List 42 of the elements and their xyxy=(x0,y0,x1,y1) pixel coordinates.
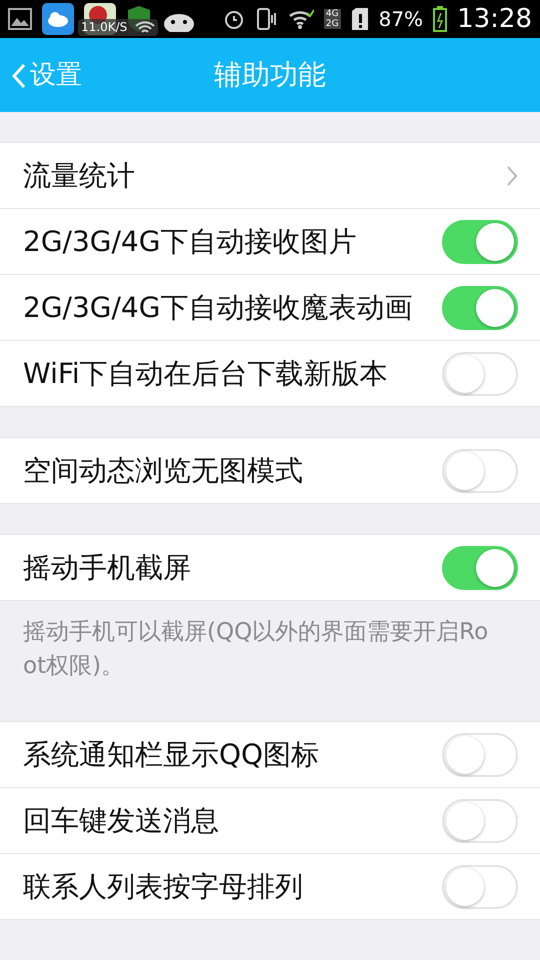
row-label: WiFi下自动在后台下载新版本 xyxy=(23,356,388,392)
toggle-switch[interactable] xyxy=(442,220,518,264)
wifi-icon xyxy=(288,8,314,30)
toggle-switch[interactable] xyxy=(442,798,518,842)
wifi-icon xyxy=(135,20,156,34)
page-title: 辅助功能 xyxy=(214,57,326,93)
settings-row[interactable]: 空间动态浏览无图模式 xyxy=(0,438,540,504)
toggle-switch[interactable] xyxy=(442,732,518,776)
toggle-switch[interactable] xyxy=(442,546,518,590)
network-label: 2G xyxy=(326,19,339,29)
settings-row[interactable]: 2G/3G/4G下自动接收图片 xyxy=(0,209,540,275)
row-label: 流量统计 xyxy=(23,158,135,194)
row-label: 回车键发送消息 xyxy=(23,802,219,838)
settings-row[interactable]: 联系人列表按字母排列 xyxy=(0,854,540,920)
network-label: 4G xyxy=(326,9,339,19)
toggle-switch[interactable] xyxy=(442,864,518,908)
network-speed: 11.0K/S xyxy=(81,19,128,36)
row-label: 系统通知栏显示QQ图标 xyxy=(23,736,320,772)
settings-row[interactable]: 回车键发送消息 xyxy=(0,788,540,854)
vibrate-icon xyxy=(256,7,278,31)
toggle-switch[interactable] xyxy=(442,286,518,330)
row-label: 2G/3G/4G下自动接收图片 xyxy=(23,224,356,260)
row-label: 2G/3G/4G下自动接收魔表动画 xyxy=(23,290,412,326)
chevron-left-icon xyxy=(12,62,26,88)
toggle-switch[interactable] xyxy=(442,352,518,396)
battery-percent: 87% xyxy=(378,6,424,33)
settings-row[interactable]: 系统通知栏显示QQ图标 xyxy=(0,722,540,788)
settings-row[interactable]: 流量统计 xyxy=(0,143,540,209)
chevron-right-icon xyxy=(506,164,518,186)
cloud-icon xyxy=(42,3,74,35)
settings-row[interactable]: WiFi下自动在后台下载新版本 xyxy=(0,341,540,407)
row-label: 摇动手机截屏 xyxy=(23,550,191,586)
note-text: 摇动手机可以截屏(QQ以外的界面需要开启Root权限)。 xyxy=(22,618,490,681)
battery-icon xyxy=(433,6,448,32)
row-label: 空间动态浏览无图模式 xyxy=(23,452,303,488)
image-icon xyxy=(8,8,32,30)
sim-alert-icon xyxy=(350,7,369,31)
settings-row[interactable]: 摇动手机截屏 xyxy=(0,535,540,601)
settings-row[interactable]: 2G/3G/4G下自动接收魔表动画 xyxy=(0,275,540,341)
clock: 13:28 xyxy=(457,2,532,36)
toggle-switch[interactable] xyxy=(442,448,518,492)
row-label: 联系人列表按字母排列 xyxy=(23,868,303,904)
